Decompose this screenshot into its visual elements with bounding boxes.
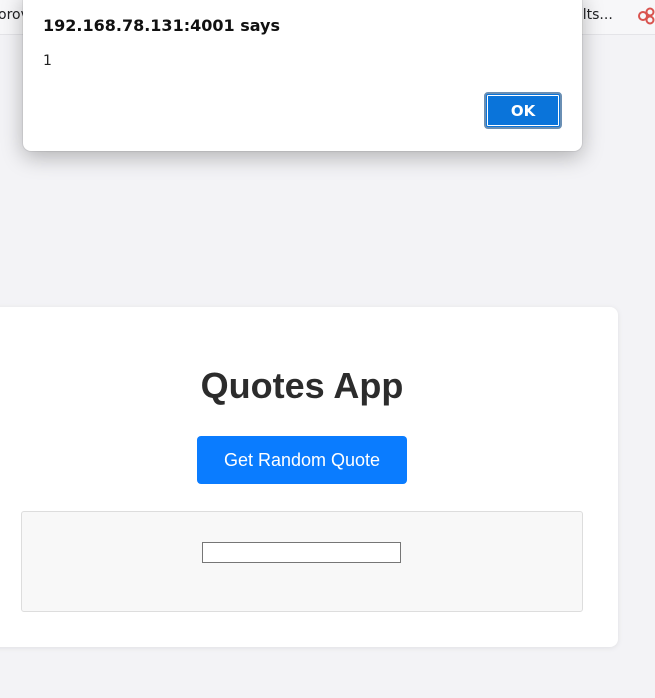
ok-button[interactable]: OK bbox=[484, 92, 562, 129]
get-random-quote-button[interactable]: Get Random Quote bbox=[197, 436, 407, 484]
dialog-message: 1 bbox=[43, 53, 52, 69]
bookmark-app-icon[interactable] bbox=[637, 6, 655, 26]
app-title: Quotes App bbox=[200, 365, 404, 406]
quote-input[interactable] bbox=[202, 542, 401, 563]
dialog-title: 192.168.78.131:4001 says bbox=[43, 16, 280, 35]
